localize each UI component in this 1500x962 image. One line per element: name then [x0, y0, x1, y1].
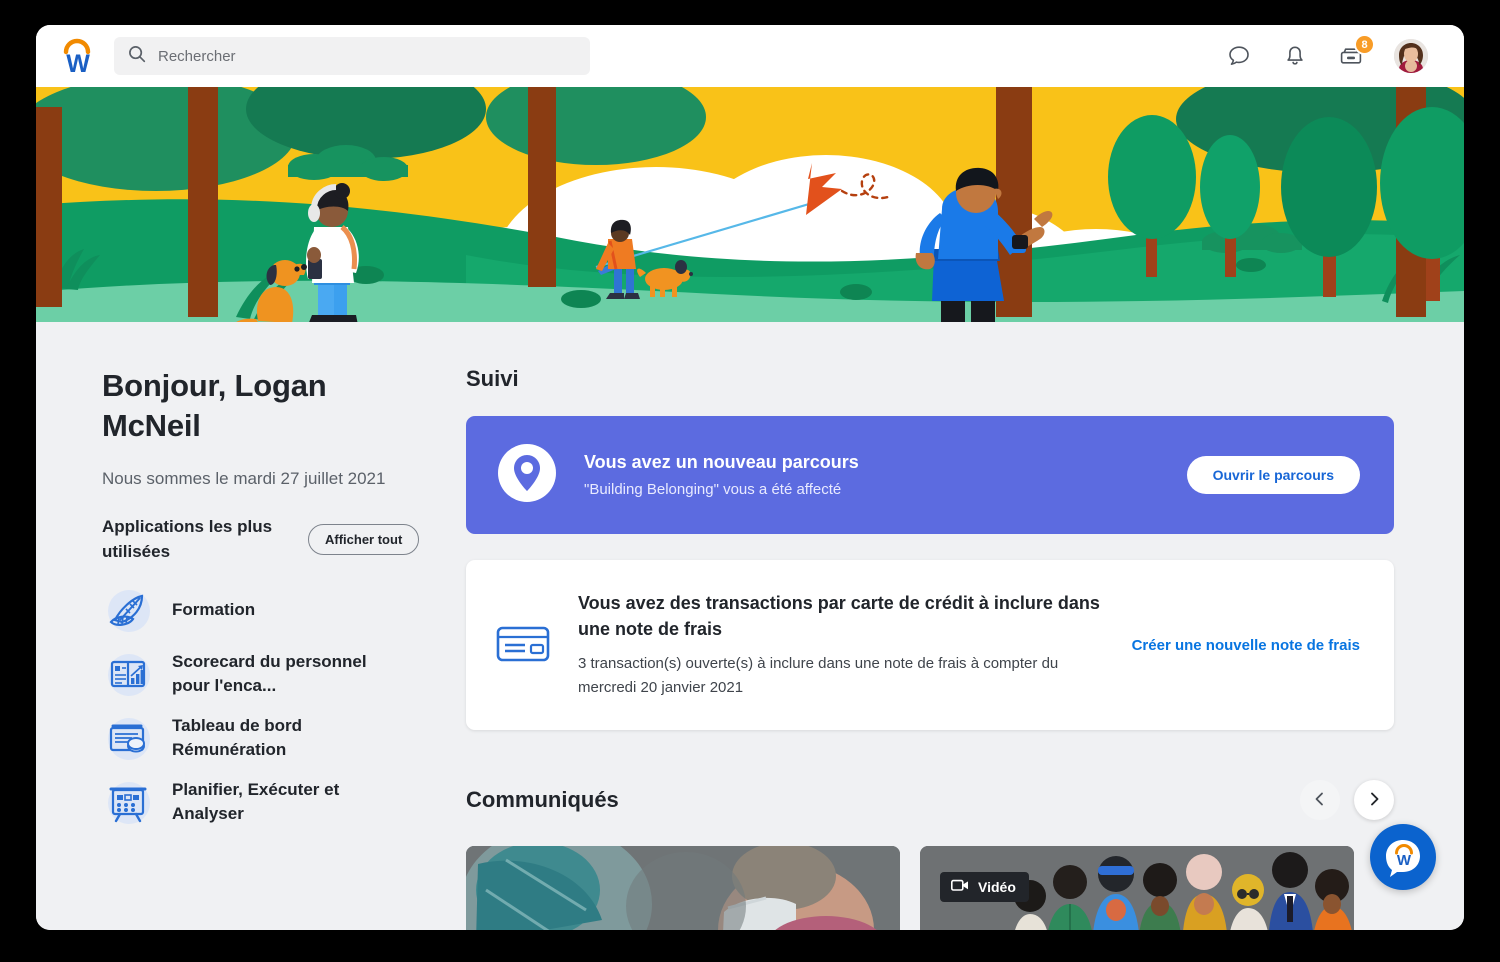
global-header: W Rechercher 8	[36, 25, 1464, 87]
today-date: Nous sommes le mardi 27 juillet 2021	[102, 469, 386, 489]
journey-text: Vous avez un nouveau parcours "Building …	[584, 452, 1161, 498]
announcement-tile-video[interactable]: Vidéo	[920, 846, 1354, 930]
expenses-subtitle: 3 transaction(s) ouverte(s) à inclure da…	[578, 654, 1059, 697]
app-item-scorecard[interactable]: Scorecard du personnel pour l'enca...	[102, 648, 426, 700]
app-label: Tableau de bord Rémunération	[172, 715, 303, 760]
plan-execute-analyze-icon	[102, 776, 154, 828]
chevron-left-icon	[1312, 791, 1328, 810]
journey-card[interactable]: Vous avez un nouveau parcours "Building …	[466, 416, 1394, 534]
journey-subtitle: "Building Belonging" vous a été affecté	[584, 481, 842, 498]
announcements-heading: Communiqués	[466, 787, 619, 812]
app-label: Formation	[172, 599, 256, 619]
scorecard-chart-icon	[102, 648, 154, 700]
app-label: Scorecard du personnel pour l'enca...	[172, 651, 367, 696]
chat-bubble-icon[interactable]	[1226, 43, 1252, 69]
credit-card-icon	[494, 619, 552, 672]
open-journey-button[interactable]: Ouvrir le parcours	[1186, 456, 1360, 494]
carousel-next-button[interactable]	[1354, 780, 1394, 820]
announcement-tile-masks[interactable]	[466, 846, 900, 930]
inbox-badge: 8	[1354, 34, 1375, 55]
announcement-tiles: Vidéo	[466, 846, 1394, 930]
journey-title: Vous avez un nouveau parcours	[584, 452, 859, 472]
apps-header: Applications les plus utilisées Afficher…	[102, 515, 422, 564]
carousel-nav	[1300, 780, 1394, 820]
svg-text:W: W	[66, 50, 90, 76]
page-body: Bonjour, Logan McNeil Nous sommes le mar…	[36, 322, 1464, 930]
sidebar: Bonjour, Logan McNeil Nous sommes le mar…	[36, 322, 466, 930]
frequently-used-apps-list: Formation Scorecard du personnel pour l'…	[102, 584, 426, 828]
workday-assistant-button[interactable]: W	[1370, 824, 1436, 890]
location-pin-icon	[496, 442, 558, 509]
announcements-header: Communiqués	[466, 780, 1394, 820]
expenses-card[interactable]: Vous avez des transactions par carte de …	[466, 560, 1394, 730]
app-label: Planifier, Exécuter et Analyser	[172, 779, 340, 824]
video-camera-icon	[951, 879, 969, 895]
app-window: W Rechercher 8 Bonjour, Logan McNeil Nou…	[36, 25, 1464, 930]
header-actions: 8	[1226, 34, 1436, 73]
device-frame: W Rechercher 8 Bonjour, Logan McNeil Nou…	[0, 0, 1500, 962]
video-badge-label: Vidéo	[978, 879, 1016, 895]
workday-logo[interactable]: W	[56, 36, 100, 78]
inbox-icon[interactable]: 8	[1338, 34, 1375, 69]
app-item-formation[interactable]: Formation	[102, 584, 426, 636]
app-item-compensation-dashboard[interactable]: Tableau de bord Rémunération	[102, 712, 426, 764]
page-title: Bonjour, Logan McNeil	[102, 368, 327, 443]
app-item-plan-execute-analyze[interactable]: Planifier, Exécuter et Analyser	[102, 776, 426, 828]
video-badge: Vidéo	[940, 872, 1029, 902]
show-all-button[interactable]: Afficher tout	[308, 524, 420, 556]
user-avatar[interactable]	[1394, 39, 1428, 73]
search-icon	[128, 45, 146, 68]
expenses-title: Vous avez des transactions par carte de …	[578, 592, 1100, 639]
chevron-right-icon	[1366, 791, 1382, 810]
create-expense-report-link[interactable]: Créer une nouvelle note de frais	[1132, 637, 1360, 654]
search-input[interactable]: Rechercher	[114, 37, 590, 75]
expenses-text: Vous avez des transactions par carte de …	[578, 590, 1106, 701]
feather-learning-icon	[102, 584, 154, 636]
apps-title: Applications les plus utilisées	[102, 516, 273, 561]
svg-text:W: W	[1397, 852, 1412, 869]
search-placeholder: Rechercher	[158, 47, 236, 65]
compensation-dashboard-icon	[102, 712, 154, 764]
notifications-bell-icon[interactable]	[1282, 43, 1308, 69]
hero-illustration	[36, 87, 1464, 322]
main-content: Suivi Vous avez un nouveau parcours "Bui…	[466, 322, 1464, 930]
suivi-heading: Suivi	[466, 366, 519, 391]
carousel-prev-button[interactable]	[1300, 780, 1340, 820]
